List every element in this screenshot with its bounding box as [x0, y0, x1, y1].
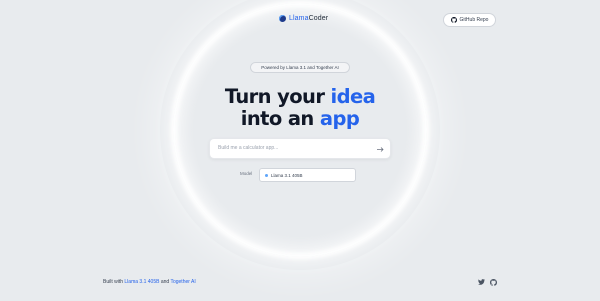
headline-line1-text: Turn your: [224, 85, 331, 108]
github-repo-button[interactable]: GitHub Repo: [443, 13, 496, 27]
arrow-right-icon: [376, 146, 384, 152]
page: LlamaCoder GitHub Repo Powered by Llama …: [0, 0, 600, 301]
llama-logo-icon: [279, 15, 286, 22]
powered-by-text: Powered by Llama 3.1 and Together AI: [261, 65, 339, 70]
footer-llama-link[interactable]: Llama 3.1 405B: [124, 279, 159, 285]
headline-accent-idea: idea: [330, 85, 376, 108]
twitter-icon: [477, 279, 485, 285]
headline-accent-app: app: [319, 107, 360, 130]
model-selected-value: Llama 3.1 405B: [271, 172, 303, 178]
github-repo-label: GitHub Repo: [459, 17, 489, 23]
prompt-input[interactable]: [218, 145, 368, 151]
headline: Turn your idea into an app: [200, 86, 400, 130]
logo-text: LlamaCoder: [289, 15, 328, 22]
logo[interactable]: LlamaCoder: [279, 15, 328, 22]
logo-text-part2: Coder: [308, 15, 329, 22]
model-icon: [265, 173, 268, 177]
twitter-link[interactable]: [477, 278, 485, 286]
github-icon: [489, 278, 497, 286]
model-label: Model: [240, 171, 253, 176]
submit-button[interactable]: [375, 144, 385, 154]
headline-line2-text: into an: [240, 107, 320, 130]
model-select[interactable]: Llama 3.1 405B: [259, 168, 356, 182]
footer-together-link[interactable]: Together AI: [170, 279, 195, 285]
footer-built-with: Built with: [103, 279, 125, 285]
github-icon: [450, 17, 457, 23]
logo-text-part1: Llama: [289, 15, 309, 22]
github-footer-link[interactable]: [489, 278, 497, 286]
footer-credit: Built with Llama 3.1 405B and Together A…: [103, 279, 196, 285]
prompt-box: [209, 138, 391, 159]
glow-ring: [173, 3, 427, 257]
footer-and: and: [159, 279, 171, 285]
powered-by-badge: Powered by Llama 3.1 and Together AI: [250, 62, 350, 73]
